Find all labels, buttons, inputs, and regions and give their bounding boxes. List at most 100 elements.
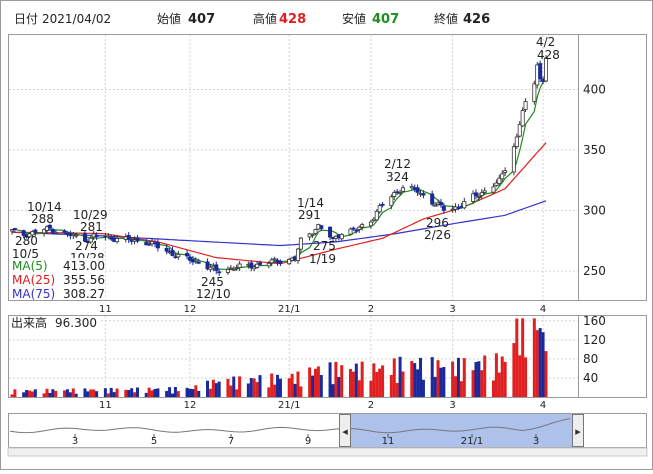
volume-bar-down	[68, 392, 72, 397]
volume-bar-up	[518, 355, 522, 397]
volume-bar-up	[378, 368, 382, 397]
volume-bar-down	[191, 389, 195, 397]
candle-up	[231, 268, 236, 271]
volume-bar-down	[65, 389, 69, 397]
volume-month-tick-label: 4	[540, 400, 546, 411]
navigator-left-arrow[interactable]: ◂	[342, 425, 348, 438]
volume-panel: 40 80 120 160 11 12 21/1 2 3 4 出来高 96.300	[8, 314, 647, 411]
volume-bar-up	[267, 387, 271, 397]
volume-panel-frame	[8, 315, 647, 398]
volume-bar-up	[524, 357, 528, 397]
annotation-114-price: 291	[298, 208, 321, 222]
volume-bar-up	[454, 376, 458, 397]
volume-bar-up	[226, 378, 230, 397]
candle-up	[360, 224, 365, 228]
volume-bar-up	[255, 382, 259, 397]
candle-down	[164, 247, 169, 252]
volume-bar-up	[369, 380, 373, 397]
volume-bar-up	[515, 318, 519, 397]
month-tick-label: 2	[368, 304, 374, 315]
volume-bar-up	[296, 371, 300, 397]
volume-bar-up	[500, 356, 504, 397]
volume-month-tick-label: 2	[368, 400, 374, 411]
range-navigator[interactable]: 3 5 7 9 11 21/1 3 ◂ ▸	[8, 413, 647, 448]
volume-bar-up	[92, 389, 96, 397]
navigator-right-arrow[interactable]: ▸	[575, 425, 581, 438]
annotation-226-date: 2/26	[424, 228, 451, 242]
close-label: 終値	[434, 11, 458, 26]
month-tick-label: 4	[540, 304, 546, 315]
navigator-right-handle[interactable]: ▸	[572, 414, 584, 447]
volume-bar-down	[337, 376, 341, 397]
volume-bar-up	[535, 330, 539, 397]
volume-bar-down	[311, 375, 315, 397]
candle-down	[354, 229, 359, 232]
candle-up	[298, 237, 303, 250]
candle-down	[538, 63, 543, 80]
volume-bar-up	[124, 389, 128, 397]
candle-down	[421, 193, 426, 196]
volume-bar-down	[127, 390, 131, 397]
candle-up	[500, 173, 505, 180]
volume-bar-down	[33, 389, 37, 397]
navigator-tick-label: 9	[305, 436, 311, 447]
navigator-tick-label: 21/1	[461, 436, 483, 447]
volume-bar-up	[299, 386, 303, 397]
volume-bar-down	[188, 388, 192, 397]
volume-month-tick-label: 21/1	[278, 400, 300, 411]
low-label: 安値	[342, 11, 366, 26]
volume-bar-down	[25, 390, 29, 397]
high-label: 高値	[253, 11, 277, 26]
candle-down	[456, 207, 461, 210]
volume-bar-down	[421, 379, 425, 397]
price-tick-label: 400	[583, 82, 606, 96]
annotation-1029-price: 281	[80, 220, 103, 234]
volume-bar-up	[372, 363, 376, 397]
candle-down	[258, 262, 263, 265]
candle-up	[511, 146, 516, 173]
volume-bar-up	[389, 374, 393, 397]
candle-up	[476, 196, 481, 198]
volume-bar-up	[30, 391, 34, 397]
navigator-left-handle[interactable]: ◂	[339, 414, 351, 447]
volume-bar-down	[144, 392, 148, 397]
volume-bar-down	[276, 374, 280, 397]
candle-down	[278, 260, 283, 264]
annotation-42-price: 428	[537, 48, 560, 62]
ma5-value: 413.00	[63, 259, 105, 273]
candle-up	[237, 263, 242, 268]
candle-up	[520, 110, 525, 127]
candle-down	[170, 249, 175, 256]
volume-bar-up	[270, 373, 274, 397]
ma75-label: MA(75)	[12, 287, 55, 301]
candle-up	[348, 228, 353, 235]
volume-bar-down	[112, 392, 116, 397]
volume-bar-up	[497, 372, 501, 397]
volume-bar-up	[357, 380, 361, 397]
volume-bar-down	[22, 392, 26, 397]
volume-bar-up	[208, 388, 212, 397]
volume-bar-up	[287, 378, 291, 397]
candle-down	[196, 261, 201, 264]
annotation-1210-date: 12/10	[196, 287, 231, 301]
volume-bar-up	[491, 380, 495, 397]
volume-tick-label: 120	[583, 333, 606, 347]
volume-bar-up	[316, 366, 320, 397]
candle-up	[479, 192, 484, 196]
volume-bar-up	[544, 351, 548, 397]
candle-up	[310, 233, 315, 236]
volume-bar-up	[401, 371, 405, 397]
price-panel: 250300350400 11 12 21/1 2 3 4 10/14 288 10/29…	[8, 34, 647, 315]
bottom-scrollbar[interactable]	[7, 447, 648, 457]
candle-up	[176, 253, 181, 258]
candle-up	[228, 267, 233, 270]
volume-bar-down	[168, 387, 172, 397]
volume-bar-up	[42, 393, 46, 397]
month-tick-label: 21/1	[278, 304, 300, 315]
volume-bar-up	[462, 358, 466, 397]
ma5-label: MA(5)	[12, 259, 48, 273]
volume-bar-up	[115, 388, 119, 397]
candle-down	[441, 205, 446, 211]
stock-chart-widget: 日付 2021/04/02 始値 407 高値 428 安値 407 終値 42…	[0, 0, 653, 470]
high-value: 428	[279, 12, 306, 27]
